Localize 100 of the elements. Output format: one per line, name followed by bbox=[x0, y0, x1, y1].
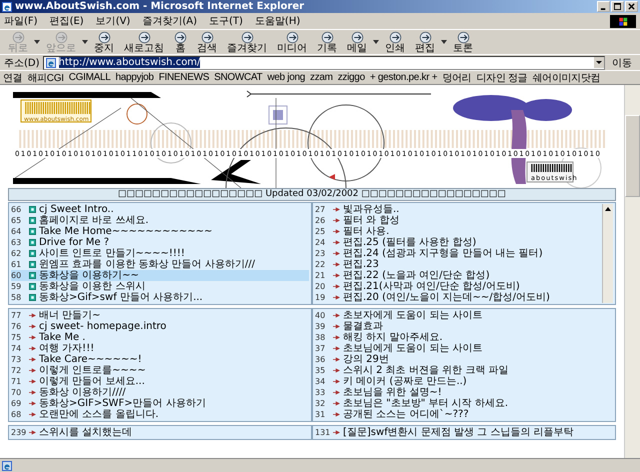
post-title[interactable]: [질문]swf변환시 문제점 발생 그 스닙들의 리플부탁 bbox=[343, 427, 574, 438]
post-row[interactable]: 27 빛과유성들.. bbox=[315, 204, 602, 215]
address-field[interactable]: http://www.aboutswish.com/ bbox=[42, 56, 605, 70]
post-title[interactable]: 키 메이커 (공짜로 만드는..) bbox=[343, 376, 467, 387]
post-row[interactable]: 60 동화상을 이용하기~~ bbox=[11, 270, 309, 281]
post-row[interactable]: 22 편집.23 bbox=[315, 259, 602, 270]
post-row[interactable]: 35 스위시 2 최초 버젼을 위한 크랙 파일 bbox=[315, 365, 613, 376]
post-title[interactable]: 편집.21(사막과 여인/단순 합성/어도비) bbox=[343, 281, 520, 292]
post-row[interactable]: 38 해킹 하지 말아주세요. bbox=[315, 332, 613, 343]
link-item[interactable]: zzam bbox=[310, 72, 333, 83]
link-item[interactable]: 해피CGI bbox=[27, 70, 64, 84]
post-row[interactable]: 72 이렇게 인트로를~~~~ bbox=[11, 365, 309, 376]
page-scrollbar[interactable] bbox=[624, 85, 640, 458]
post-title[interactable]: 필터 와 합성 bbox=[343, 215, 400, 226]
post-row[interactable]: 33 초보님을 위한 설명~! bbox=[315, 387, 613, 398]
post-row[interactable]: 25 필터 사용. bbox=[315, 226, 602, 237]
post-row[interactable]: 21 편집.22 (노을과 여인/단순 합성) bbox=[315, 270, 602, 281]
post-row[interactable]: 131 [질문]swf변환시 문제점 발생 그 스닙들의 리플부탁 bbox=[315, 427, 613, 438]
caret-icon[interactable] bbox=[441, 40, 447, 44]
post-title[interactable]: 필터 사용. bbox=[343, 226, 390, 237]
post-row[interactable]: 26 필터 와 합성 bbox=[315, 215, 602, 226]
caret-icon[interactable] bbox=[373, 40, 379, 44]
post-title[interactable]: 스위시 2 최초 버젼을 위한 크랙 파일 bbox=[343, 365, 508, 376]
post-row[interactable]: 37 초보님에게 도움이 되는 사이트 bbox=[315, 343, 613, 354]
post-row[interactable]: 64 Take Me Home~~~~~~~~~~~~ bbox=[11, 226, 309, 237]
link-item[interactable]: SNOWCAT bbox=[214, 72, 262, 83]
post-title[interactable]: 동화상을 이용하기~~ bbox=[39, 270, 139, 281]
menu-item[interactable]: 도움말(H) bbox=[254, 14, 300, 28]
link-item[interactable]: FINENEWS bbox=[158, 72, 210, 83]
post-title[interactable]: 편집.20 (여인/노을이 지는데~~/합성/어도비) bbox=[343, 292, 550, 303]
menu-item[interactable]: 도구(T) bbox=[209, 14, 243, 28]
post-title[interactable]: Take Me Home~~~~~~~~~~~~ bbox=[39, 226, 212, 237]
post-title[interactable]: 강의 29번 bbox=[343, 354, 389, 365]
post-title[interactable]: 사이트 인트로 만들기~~~~!!!! bbox=[39, 248, 185, 259]
dropdown-icon[interactable] bbox=[594, 57, 604, 68]
post-title[interactable]: 동화상>GIF>SWF>만들어 사용하기 bbox=[39, 398, 206, 409]
post-title[interactable]: Take Care~~~~~~! bbox=[39, 354, 142, 365]
post-title[interactable]: 동화상>Gif>swf 만들어 사용하기... bbox=[39, 292, 203, 303]
post-row[interactable]: 65 홈페이지로 바로 쓰세요. bbox=[11, 215, 309, 226]
post-title[interactable]: cj Sweet Intro.. bbox=[39, 204, 114, 215]
post-title[interactable]: 편집.22 (노을과 여인/단순 합성) bbox=[343, 270, 490, 281]
post-title[interactable]: 배너 만들기~ bbox=[39, 310, 101, 321]
post-row[interactable]: 39 물결효과 bbox=[315, 321, 613, 332]
post-title[interactable]: 초보님은 "초보방" 부터 시작 하세요. bbox=[343, 398, 508, 409]
post-title[interactable]: 편집.24 (섬광과 지구형을 만들어 내는 필터) bbox=[343, 248, 543, 259]
post-title[interactable]: Drive for Me ? bbox=[39, 237, 110, 248]
post-row[interactable]: 69 동화상>GIF>SWF>만들어 사용하기 bbox=[11, 398, 309, 409]
post-title[interactable]: 초보자에게 도움이 되는 사이트 bbox=[343, 310, 483, 321]
link-item[interactable]: + geston.pe.kr + bbox=[370, 72, 438, 83]
post-row[interactable]: 61 윈엠프 효과를 이용한 동화상 만들어 사용하기/// bbox=[11, 259, 309, 270]
post-title[interactable]: 초보님에게 도움이 되는 사이트 bbox=[343, 343, 483, 354]
post-title[interactable]: 초보님을 위한 설명~! bbox=[343, 387, 442, 398]
post-title[interactable]: 오랜만에 소스를 올립니다. bbox=[39, 409, 159, 420]
menu-item[interactable]: 보기(V) bbox=[96, 14, 130, 28]
link-item[interactable]: CGIMALL bbox=[68, 72, 110, 83]
maximize-button[interactable] bbox=[611, 1, 624, 12]
post-row[interactable]: 19 편집.20 (여인/노을이 지는데~~/합성/어도비) bbox=[315, 292, 602, 303]
post-row[interactable]: 24 편집.25 (필터를 사용한 합성) bbox=[315, 237, 602, 248]
post-row[interactable]: 58 동화상>Gif>swf 만들어 사용하기... bbox=[11, 292, 309, 303]
post-row[interactable]: 66 cj Sweet Intro.. bbox=[11, 204, 309, 215]
post-row[interactable]: 23 편집.24 (섬광과 지구형을 만들어 내는 필터) bbox=[315, 248, 602, 259]
post-row[interactable]: 62 사이트 인트로 만들기~~~~!!!! bbox=[11, 248, 309, 259]
post-title[interactable]: 해킹 하지 말아주세요. bbox=[343, 332, 443, 343]
post-row[interactable]: 34 키 메이커 (공짜로 만드는..) bbox=[315, 376, 613, 387]
menu-item[interactable]: 편집(E) bbox=[50, 14, 84, 28]
post-title[interactable]: 윈엠프 효과를 이용한 동화상 만들어 사용하기/// bbox=[39, 259, 256, 270]
link-item[interactable]: 디자인 정글 bbox=[476, 70, 528, 84]
post-row[interactable]: 20 편집.21(사막과 여인/단순 합성/어도비) bbox=[315, 281, 602, 292]
post-row[interactable]: 73 Take Care~~~~~~! bbox=[11, 354, 309, 365]
post-title[interactable]: 공개된 소스는 어디에`~??? bbox=[343, 409, 469, 420]
menu-item[interactable]: 파일(F) bbox=[4, 14, 38, 28]
post-title[interactable]: cj sweet- homepage.intro bbox=[39, 321, 166, 332]
close-button[interactable] bbox=[625, 1, 638, 12]
link-item[interactable]: zziggo bbox=[338, 72, 365, 83]
post-row[interactable]: 36 강의 29번 bbox=[315, 354, 613, 365]
post-row[interactable]: 71 이렇게 만들어 보세요... bbox=[11, 376, 309, 387]
post-title[interactable]: 빛과유성들.. bbox=[343, 204, 400, 215]
menu-item[interactable]: 즐겨찾기(A) bbox=[142, 14, 197, 28]
post-row[interactable]: 76 cj sweet- homepage.intro bbox=[11, 321, 309, 332]
post-title[interactable]: 스위시를 설치했는데 bbox=[39, 427, 132, 438]
post-row[interactable]: 70 동화상 이용하기//// bbox=[11, 387, 309, 398]
link-item[interactable]: 덩어리 bbox=[442, 70, 472, 84]
post-title[interactable]: 편집.25 (필터를 사용한 합성) bbox=[343, 237, 476, 248]
post-row[interactable]: 40 초보자에게 도움이 되는 사이트 bbox=[315, 310, 613, 321]
post-title[interactable]: 동화상 이용하기//// bbox=[39, 387, 126, 398]
post-row[interactable]: 77 배너 만들기~ bbox=[11, 310, 309, 321]
post-row[interactable]: 32 초보님은 "초보방" 부터 시작 하세요. bbox=[315, 398, 613, 409]
up-arrow-icon[interactable] bbox=[604, 205, 612, 213]
post-row[interactable]: 75 Take Me . bbox=[11, 332, 309, 343]
post-title[interactable]: 편집.23 bbox=[343, 259, 379, 270]
post-title[interactable]: 물결효과 bbox=[343, 321, 383, 332]
post-row[interactable]: 31 공개된 소스는 어디에`~??? bbox=[315, 409, 613, 420]
post-title[interactable]: Take Me . bbox=[39, 332, 86, 343]
post-title[interactable]: 여행 가자!!! bbox=[39, 343, 94, 354]
link-item[interactable]: 쉐어이미지닷컴 bbox=[532, 70, 600, 84]
post-title[interactable]: 이렇게 인트로를~~~~ bbox=[39, 365, 146, 376]
post-title[interactable]: 동화상을 이용한 스위시 bbox=[39, 281, 146, 292]
post-row[interactable]: 59 동화상을 이용한 스위시 bbox=[11, 281, 309, 292]
link-item[interactable]: web jong bbox=[267, 72, 306, 83]
post-row[interactable]: 74 여행 가자!!! bbox=[11, 343, 309, 354]
